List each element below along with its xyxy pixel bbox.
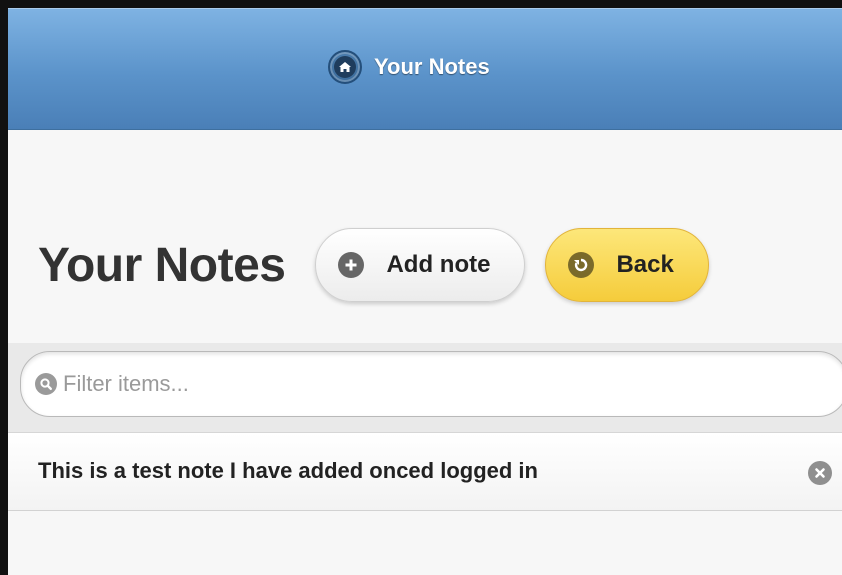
list-item[interactable]: This is a test note I have added onced l…	[8, 433, 842, 511]
add-note-button[interactable]: Add note	[315, 228, 526, 302]
header-title-group: Your Notes	[328, 50, 490, 84]
note-text: This is a test note I have added onced l…	[38, 458, 538, 483]
page-title-row: Your Notes Add note Back	[38, 228, 709, 302]
back-button[interactable]: Back	[545, 228, 709, 302]
home-icon	[334, 56, 356, 78]
search-icon	[35, 373, 57, 395]
delete-icon[interactable]	[808, 461, 832, 485]
header-bar: Your Notes	[8, 8, 842, 130]
filter-placeholder: Filter items...	[63, 371, 189, 396]
filter-bar: Filter items...	[8, 343, 842, 433]
header-title: Your Notes	[374, 54, 490, 79]
home-button[interactable]	[328, 50, 362, 84]
notes-list: This is a test note I have added onced l…	[8, 433, 842, 511]
app-frame: Your Notes Your Notes Add note Back Filt…	[0, 0, 842, 575]
page-title: Your Notes	[38, 238, 286, 292]
filter-input[interactable]: Filter items...	[20, 351, 842, 417]
plus-icon	[338, 252, 365, 278]
back-arrow-icon	[568, 252, 595, 278]
add-note-label: Add note	[386, 251, 491, 278]
back-label: Back	[616, 251, 674, 278]
